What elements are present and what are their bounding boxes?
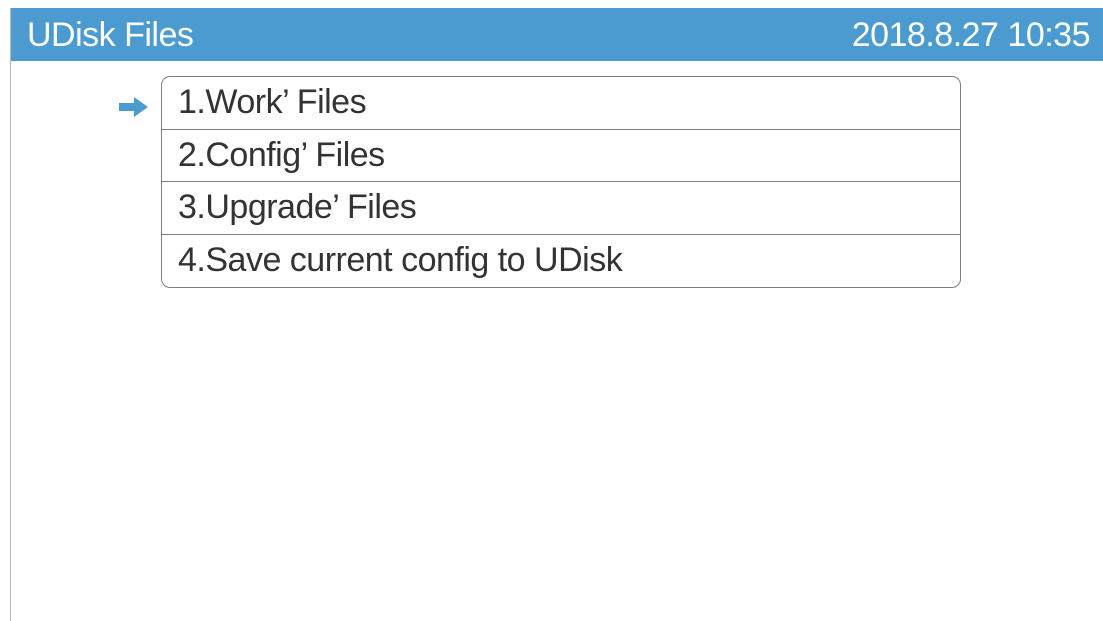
- menu-item-work-files[interactable]: 1.Work’ Files: [162, 77, 960, 130]
- menu-item-upgrade-files[interactable]: 3.Upgrade’ Files: [162, 182, 960, 235]
- udisk-files-menu: 1.Work’ Files 2.Config’ Files 3.Upgrade’…: [161, 76, 961, 288]
- udisk-files-screen: UDisk Files 2018.8.27 10:35 1.Work’ File…: [10, 8, 1103, 621]
- screen-title: UDisk Files: [27, 16, 194, 54]
- right-arrow-icon: [119, 97, 148, 117]
- menu-item-config-files[interactable]: 2.Config’ Files: [162, 130, 960, 182]
- date-time-display: 2018.8.27 10:35: [851, 16, 1091, 54]
- title-bar: UDisk Files 2018.8.27 10:35: [11, 8, 1103, 61]
- menu-item-save-config[interactable]: 4.Save current config to UDisk: [162, 235, 960, 288]
